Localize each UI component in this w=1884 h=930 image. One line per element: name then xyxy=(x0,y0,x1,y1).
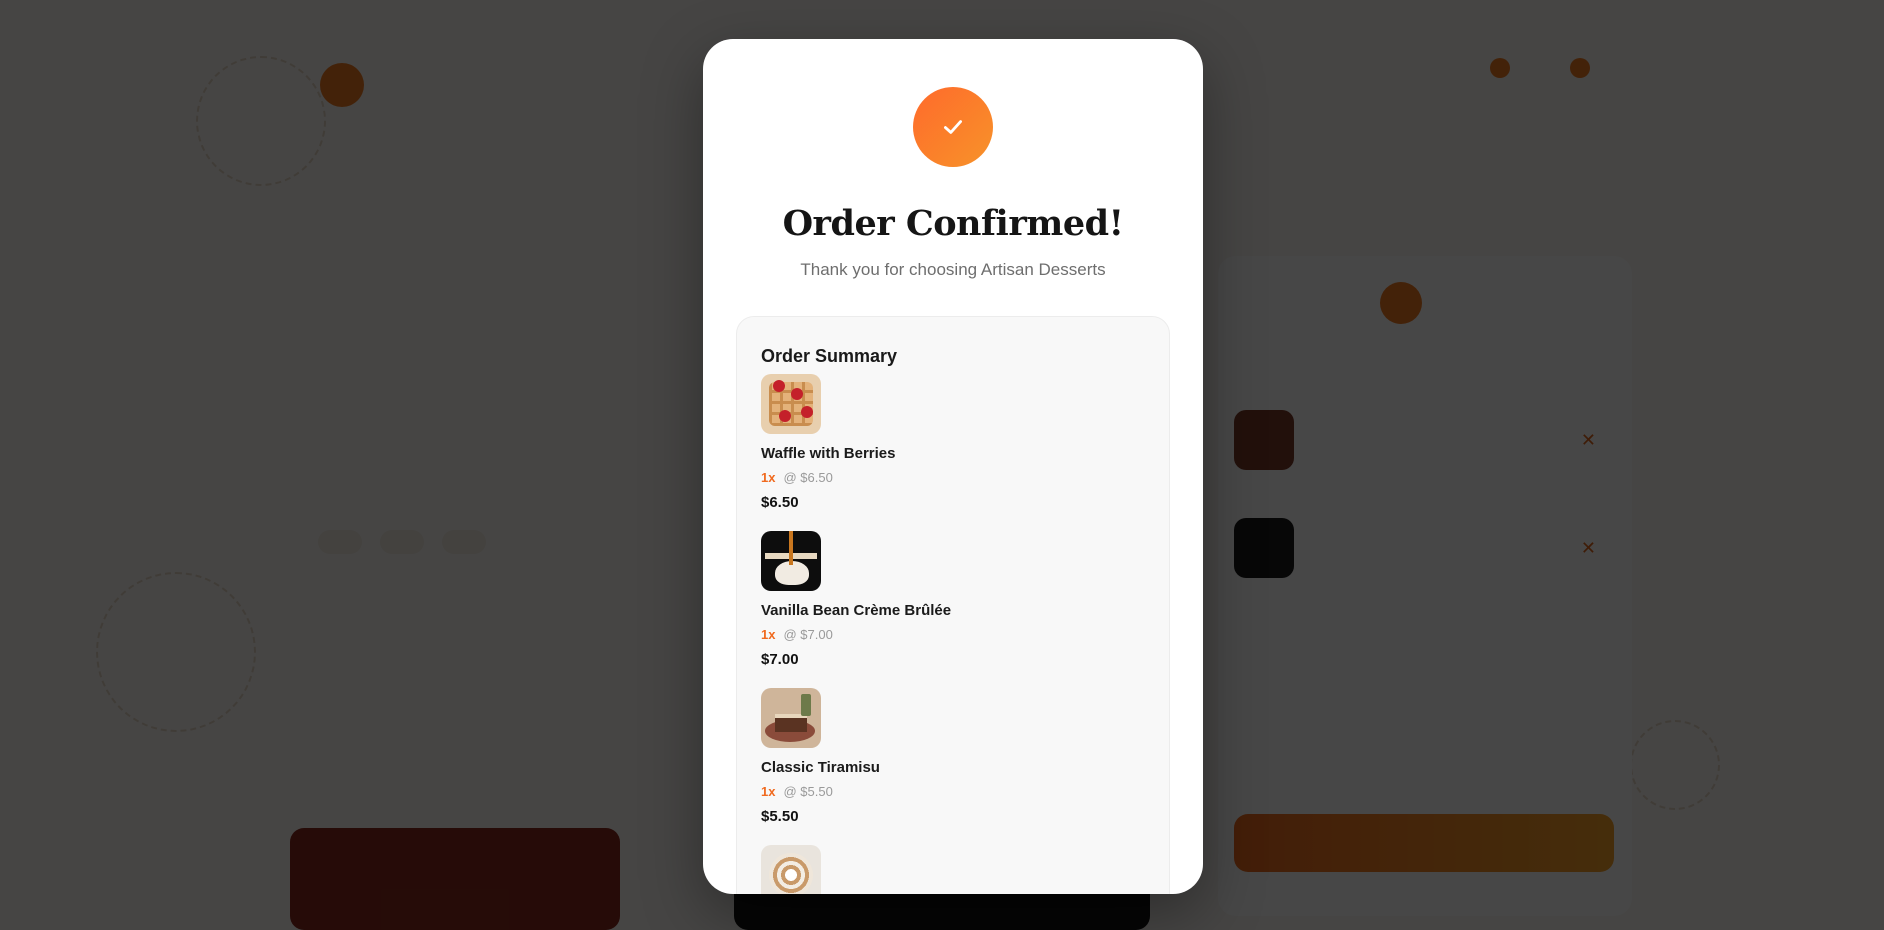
order-item-unit-price: @ $6.50 xyxy=(783,470,833,485)
order-summary-title: Order Summary xyxy=(761,346,898,366)
dessert-image xyxy=(761,845,821,894)
creme-brulee-image xyxy=(761,531,821,591)
modal-title: Order Confirmed! xyxy=(782,203,1124,244)
order-item-meta: 1x @ $6.50 xyxy=(761,470,1141,485)
order-item-meta: 1x @ $7.00 xyxy=(761,627,1141,642)
order-item-name: Classic Tiramisu xyxy=(761,759,880,776)
order-item: Classic Tiramisu 1x @ $5.50 $5.50 xyxy=(761,688,1141,825)
order-item xyxy=(761,845,1141,894)
success-badge xyxy=(913,87,993,167)
waffle-image xyxy=(761,374,821,434)
order-item-qty: 1x xyxy=(761,627,776,642)
order-item-unit-price: @ $7.00 xyxy=(783,627,833,642)
order-item-name: Vanilla Bean Crème Brûlée xyxy=(761,602,952,619)
order-item-qty: 1x xyxy=(761,470,776,485)
modal-subtitle: Thank you for choosing Artisan Desserts xyxy=(800,260,1106,279)
order-item-name: Waffle with Berries xyxy=(761,445,896,462)
order-item-qty: 1x xyxy=(761,784,776,799)
order-item-total: $5.50 xyxy=(761,808,799,825)
order-item-total: $6.50 xyxy=(761,494,799,511)
order-summary: Order Summary Waffle with Berries 1x @ $6… xyxy=(736,316,1170,894)
order-item: Waffle with Berries 1x @ $6.50 $6.50 xyxy=(761,374,1141,511)
tiramisu-image xyxy=(761,688,821,748)
order-item-meta: 1x @ $5.50 xyxy=(761,784,1141,799)
order-item: Vanilla Bean Crème Brûlée 1x @ $7.00 $7.0… xyxy=(761,531,1141,668)
check-icon xyxy=(944,120,962,134)
order-item-total: $7.00 xyxy=(761,651,799,668)
order-confirmation-modal: Order Confirmed! Thank you for choosing … xyxy=(703,39,1203,894)
order-item-unit-price: @ $5.50 xyxy=(783,784,833,799)
